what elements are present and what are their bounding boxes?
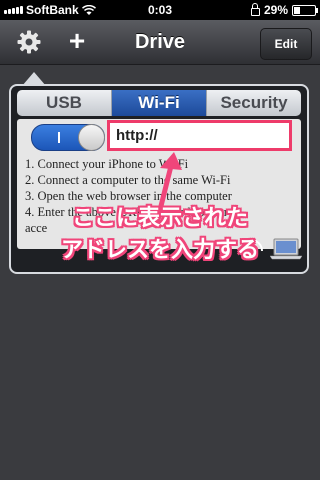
toggle-on-mark <box>58 132 60 143</box>
edit-button[interactable]: Edit <box>260 28 312 60</box>
server-url: http:// <box>116 127 158 144</box>
rotation-lock-icon <box>250 2 260 16</box>
battery-percent: 29% <box>263 3 288 17</box>
tab-wifi[interactable]: Wi-Fi <box>112 90 207 116</box>
tab-security[interactable]: Security <box>207 90 301 116</box>
tab-usb[interactable]: USB <box>17 90 112 116</box>
url-highlight-box: http:// <box>107 120 292 151</box>
navigation-bar: + Drive Edit <box>0 20 320 65</box>
toggle-knob <box>78 124 105 151</box>
wifi-server-toggle[interactable] <box>31 124 105 151</box>
annotation-line-2: アドレスを入力する <box>60 237 259 262</box>
annotation-line-1: ここに表示された <box>71 205 248 230</box>
status-bar: SoftBank 0:03 29% <box>0 0 320 20</box>
connection-tabs: USB Wi-Fi Security <box>17 90 301 116</box>
status-right: 29% <box>250 2 318 17</box>
battery-fill <box>294 6 301 14</box>
battery-icon <box>292 4 318 16</box>
